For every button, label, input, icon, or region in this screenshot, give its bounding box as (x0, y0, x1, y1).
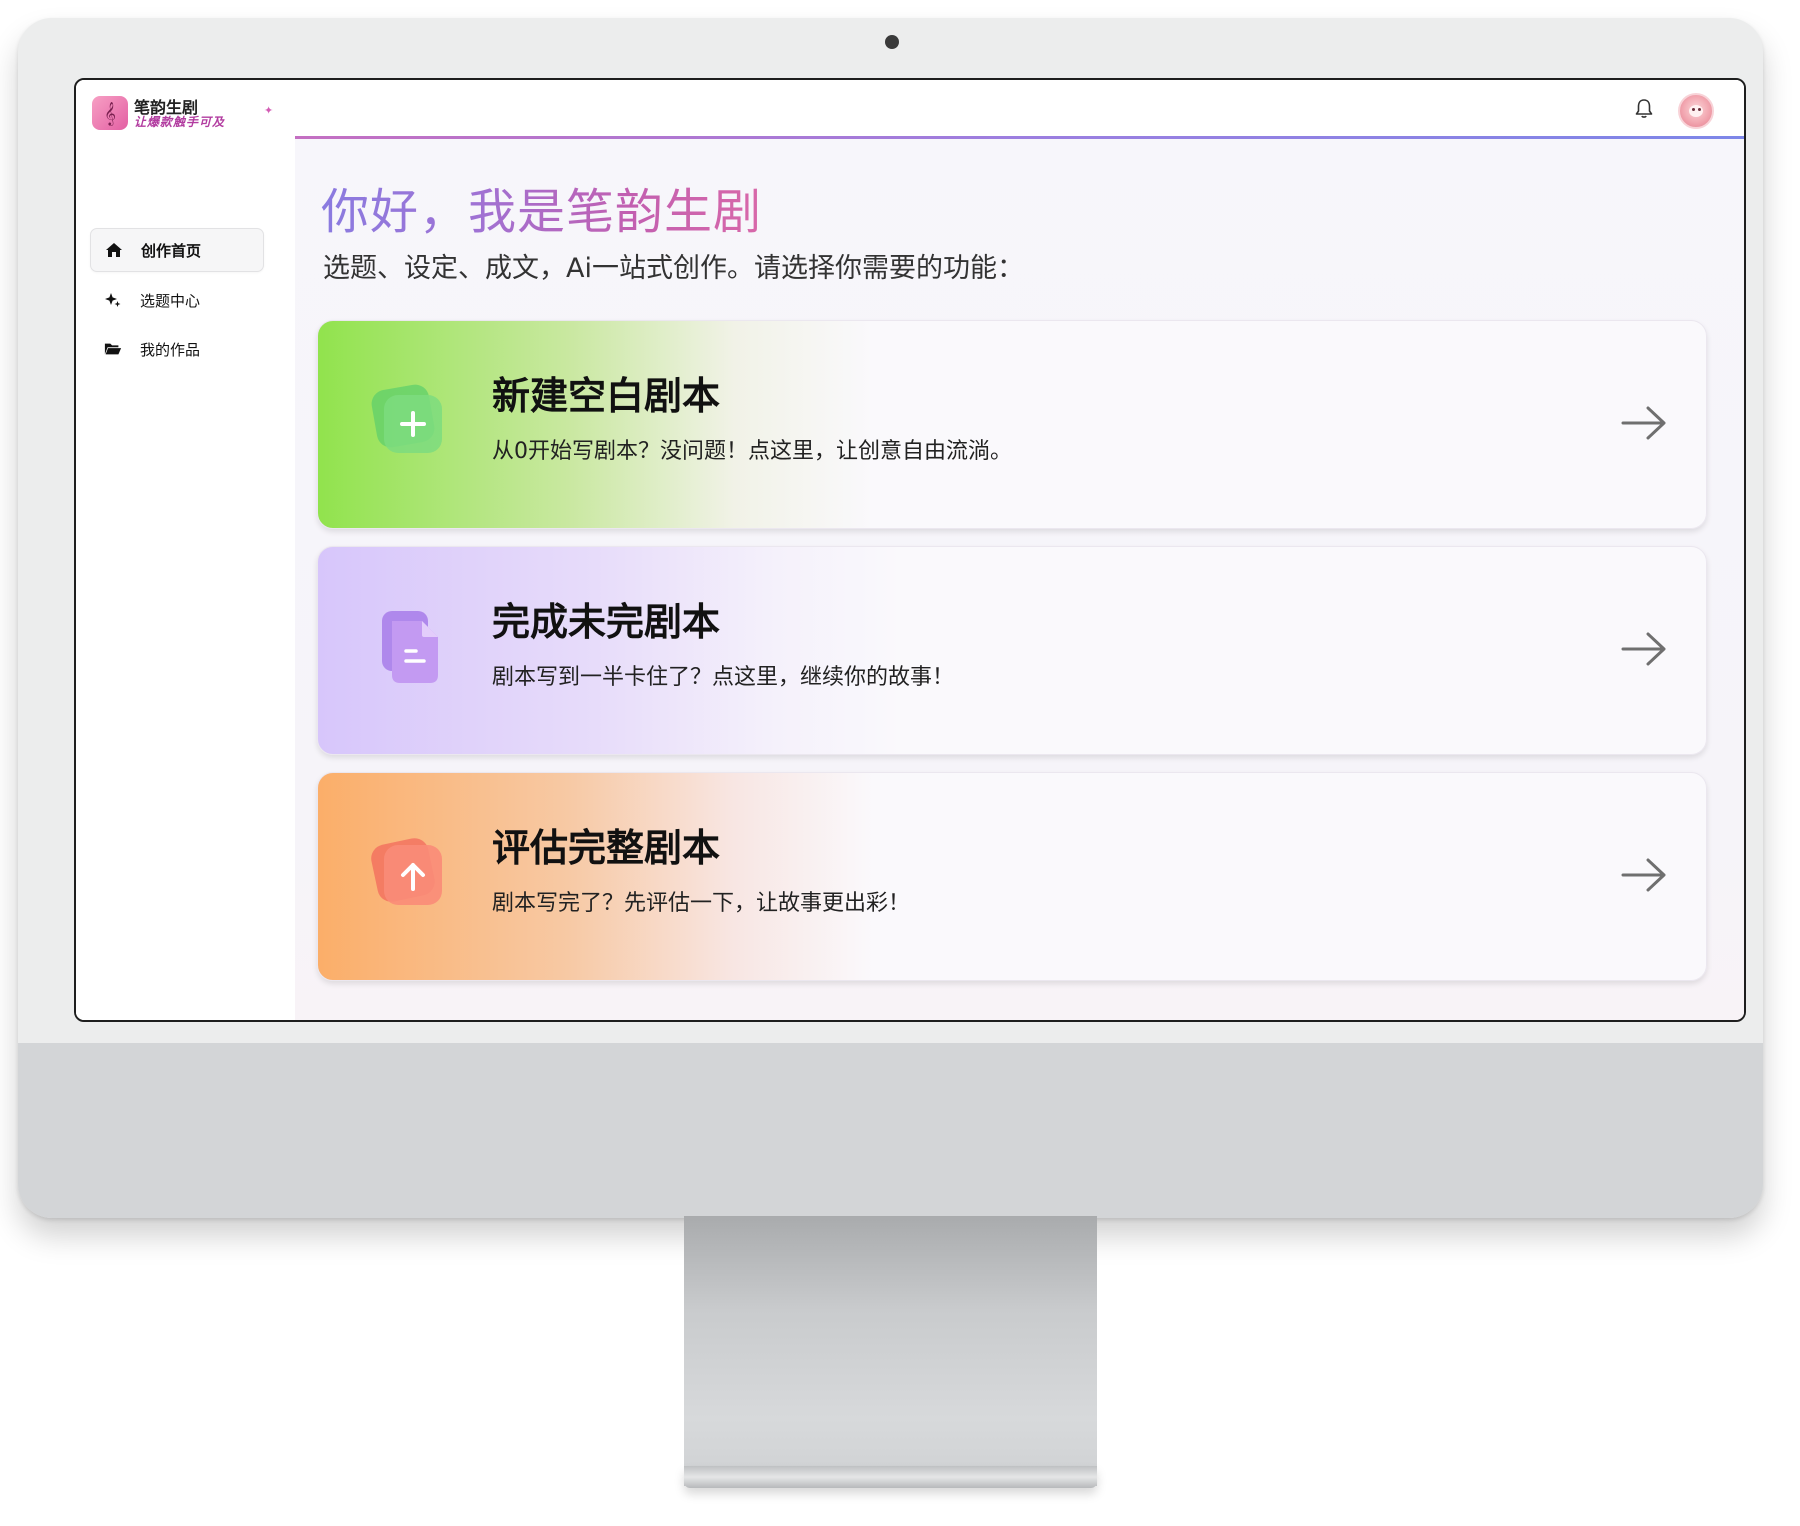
arrow-right-icon (1620, 403, 1668, 443)
folder-open-icon (104, 340, 122, 358)
continue-script-card[interactable]: 完成未完剧本 剧本写到一半卡住了？点这里，继续你的故事！ (317, 546, 1707, 755)
card-title: 完成未完剧本 (492, 600, 721, 644)
sparkle-icon: ✦ (264, 104, 274, 117)
home-icon (105, 241, 123, 259)
page-greeting: 你好，我是笔韵生剧 (321, 172, 762, 242)
sidebar-item-label: 我的作品 (140, 340, 201, 359)
document-icon (368, 605, 448, 685)
app-window: 𝄞 笔韵生剧 让爆款触手可及 ✦ 创作首页 选题中心 我的作品 你好，我是笔韵生… (74, 78, 1746, 1022)
upload-icon (368, 831, 448, 911)
camera-dot (885, 35, 899, 49)
monitor-frame: 𝄞 笔韵生剧 让爆款触手可及 ✦ 创作首页 选题中心 我的作品 你好，我是笔韵生… (18, 18, 1763, 1218)
plus-icon (368, 379, 448, 459)
arrow-right-icon (1620, 629, 1668, 669)
sidebar: 𝄞 笔韵生剧 让爆款触手可及 ✦ 创作首页 选题中心 我的作品 (76, 80, 296, 1020)
sidebar-nav: 创作首页 选题中心 我的作品 (90, 228, 264, 377)
new-script-card[interactable]: 新建空白剧本 从0开始写剧本？没问题！点这里，让创意自由流淌。 (317, 320, 1707, 529)
main-content: 你好，我是笔韵生剧 选题、设定、成文，Ai一站式创作。请选择你需要的功能： 新建… (295, 80, 1744, 1020)
evaluate-script-card[interactable]: 评估完整剧本 剧本写完了？先评估一下，让故事更出彩！ (317, 772, 1707, 981)
avatar-face (1689, 105, 1703, 117)
card-description: 剧本写完了？先评估一下，让故事更出彩！ (492, 891, 911, 916)
sidebar-item-home[interactable]: 创作首页 (90, 228, 264, 272)
sidebar-item-topics[interactable]: 选题中心 (90, 279, 264, 321)
user-avatar[interactable] (1678, 93, 1714, 129)
sidebar-item-label: 创作首页 (141, 241, 202, 260)
monitor-chin (18, 1043, 1763, 1218)
top-bar (295, 80, 1744, 139)
sidebar-item-works[interactable]: 我的作品 (90, 328, 264, 370)
avatar-eye (1698, 108, 1701, 111)
card-title: 新建空白剧本 (492, 374, 721, 418)
card-title: 评估完整剧本 (492, 826, 721, 870)
logo-badge-icon: 𝄞 (92, 96, 128, 130)
page-subtitle: 选题、设定、成文，Ai一站式创作。请选择你需要的功能： (323, 253, 1024, 284)
card-description: 剧本写到一半卡住了？点这里，继续你的故事！ (492, 665, 955, 690)
card-description: 从0开始写剧本？没问题！点这里，让创意自由流淌。 (492, 439, 1012, 464)
avatar-eye (1692, 108, 1695, 111)
monitor-stand-foot (684, 1466, 1097, 1488)
bell-icon[interactable] (1634, 98, 1654, 120)
arrow-right-icon (1620, 855, 1668, 895)
monitor-stand (684, 1216, 1097, 1486)
app-slogan: 让爆款触手可及 (134, 115, 226, 129)
sidebar-item-label: 选题中心 (140, 291, 201, 310)
sparkles-icon (104, 291, 122, 309)
